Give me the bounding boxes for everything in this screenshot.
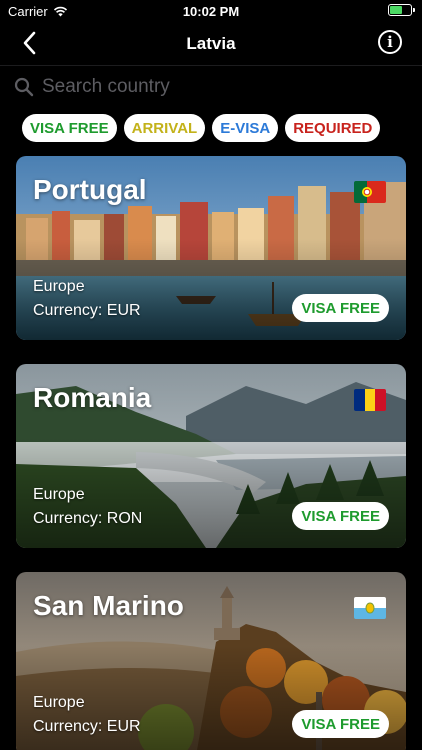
info-icon: i (387, 33, 393, 51)
country-card-san-marino[interactable]: San Marino Europe Currency: EUR VISA FRE… (16, 572, 406, 750)
filter-e-visa[interactable]: E-VISA (212, 114, 279, 142)
visa-status-badge: VISA FREE (292, 710, 389, 738)
portugal-flag-icon (354, 181, 386, 203)
country-currency: Currency: RON (33, 510, 143, 527)
country-card-portugal[interactable]: Portugal Europe Currency: EUR VISA FREE (16, 156, 406, 340)
page-title: Latvia (186, 34, 236, 53)
search-input[interactable] (42, 76, 382, 98)
navigation-bar: Latvia i (0, 22, 422, 66)
country-name: San Marino (33, 590, 184, 621)
visa-status-badge: VISA FREE (292, 502, 389, 530)
status-bar: Carrier 10:02 PM (0, 0, 422, 22)
filter-visa-free[interactable]: VISA FREE (22, 114, 117, 142)
romania-flag-icon (354, 389, 386, 411)
country-name: Romania (33, 382, 152, 413)
status-time: 10:02 PM (182, 4, 240, 19)
country-card-romania[interactable]: Romania Europe Currency: RON VISA FREE (16, 364, 406, 548)
visa-status-badge: VISA FREE (292, 294, 389, 322)
san-marino-flag-icon (354, 597, 386, 619)
country-name: Portugal (33, 174, 147, 205)
info-button[interactable]: i (378, 30, 402, 54)
country-region: Europe (33, 486, 85, 503)
filter-required[interactable]: REQUIRED (285, 114, 381, 142)
search-icon (14, 77, 34, 97)
filter-chips: VISA FREE ARRIVAL E-VISA REQUIRED (22, 114, 381, 142)
country-region: Europe (33, 694, 85, 711)
country-list: Portugal Europe Currency: EUR VISA FREE (16, 156, 406, 750)
country-region: Europe (33, 278, 85, 295)
country-currency: Currency: EUR (33, 302, 141, 319)
search-bar[interactable] (14, 72, 408, 102)
country-currency: Currency: EUR (33, 718, 141, 735)
battery-icon (388, 4, 415, 16)
filter-arrival[interactable]: ARRIVAL (123, 114, 206, 142)
